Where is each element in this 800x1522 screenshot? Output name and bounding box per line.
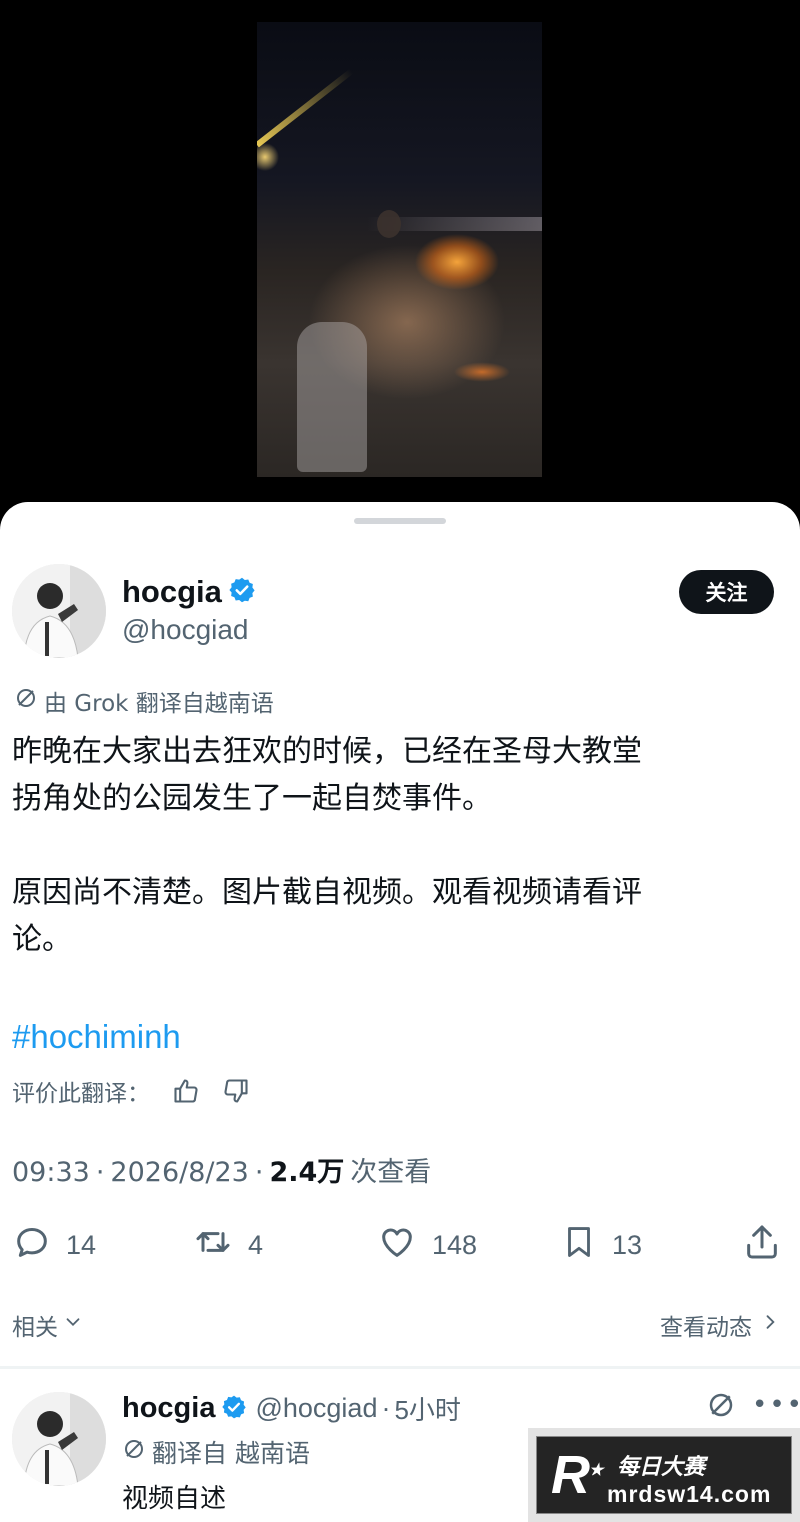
bookmark-count: 13 bbox=[612, 1230, 643, 1260]
tweet-time[interactable]: 09:33 bbox=[12, 1157, 90, 1188]
watermark-badge: R ★ 每日大赛 mrdsw14.com bbox=[536, 1436, 792, 1514]
tweet-line: 拐角处的公园发生了一起自焚事件。 bbox=[12, 781, 492, 816]
tweet-sheet: hocgia @hocgiad 关注 由 Grok 翻译自越南语 昨晚在大家出去… bbox=[0, 502, 800, 1522]
watermark-logo-letter: R bbox=[551, 1445, 590, 1505]
chevron-down-icon bbox=[62, 1311, 84, 1339]
repost-count: 4 bbox=[248, 1230, 264, 1260]
hashtag-link[interactable]: #hochiminh bbox=[12, 1018, 181, 1056]
watermark-url: mrdsw14.com bbox=[607, 1481, 772, 1507]
verified-icon bbox=[221, 1394, 247, 1424]
grok-icon bbox=[14, 686, 38, 716]
sheet-grabber[interactable] bbox=[354, 518, 446, 524]
translation-note[interactable]: 由 Grok 翻译自越南语 bbox=[14, 684, 274, 718]
translation-note-label: 由 Grok 翻译自越南语 bbox=[44, 691, 274, 717]
thumbs-down-icon[interactable] bbox=[222, 1077, 250, 1105]
tweet-line: 原因尚不清楚。图片截自视频。观看视频请看评 bbox=[12, 875, 642, 910]
bookmark-icon bbox=[560, 1222, 598, 1269]
related-label: 相关 bbox=[12, 1315, 58, 1341]
share-button[interactable] bbox=[742, 1222, 782, 1269]
avatar[interactable] bbox=[12, 564, 106, 658]
reply-translate-label: 翻译自 越南语 bbox=[152, 1439, 310, 1468]
follow-button[interactable]: 关注 bbox=[679, 570, 774, 614]
like-count: 148 bbox=[432, 1230, 478, 1260]
verified-icon bbox=[228, 576, 256, 608]
watermark: R ★ 每日大赛 mrdsw14.com bbox=[528, 1428, 800, 1522]
view-activity-link[interactable]: 查看动态 bbox=[660, 1308, 780, 1342]
tweet-meta: 09:33 · 2026/8/23 · 2.4万 次查看 bbox=[12, 1150, 431, 1189]
separator: · bbox=[95, 1157, 105, 1188]
reply-icon bbox=[12, 1222, 52, 1269]
share-icon bbox=[742, 1222, 782, 1269]
repost-icon bbox=[192, 1222, 234, 1269]
watermark-brand: 每日大赛 bbox=[617, 1455, 706, 1480]
reply-text: 视频自述 bbox=[122, 1484, 227, 1514]
thumbs-up-icon[interactable] bbox=[172, 1077, 200, 1105]
chevron-right-icon bbox=[760, 1311, 780, 1339]
reply-button[interactable]: 14 bbox=[12, 1222, 96, 1269]
related-dropdown[interactable]: 相关 bbox=[12, 1308, 84, 1342]
repost-button[interactable]: 4 bbox=[192, 1222, 263, 1269]
tweet-date[interactable]: 2026/8/23 bbox=[110, 1157, 248, 1188]
tweet-line: 论。 bbox=[12, 922, 72, 957]
divider bbox=[0, 1366, 800, 1369]
rate-translation: 评价此翻译： bbox=[12, 1074, 250, 1108]
separator: · bbox=[254, 1157, 264, 1188]
view-count-label: 次查看 bbox=[350, 1157, 432, 1188]
person-silhouette bbox=[377, 210, 401, 238]
reply-translation-note[interactable]: 翻译自 越南语 bbox=[122, 1434, 310, 1470]
grok-icon bbox=[122, 1437, 146, 1467]
reply-avatar[interactable] bbox=[12, 1392, 106, 1486]
separator: · bbox=[381, 1393, 391, 1423]
reply-handle[interactable]: @hocgiad bbox=[255, 1393, 377, 1424]
handle[interactable]: @hocgiad bbox=[122, 614, 249, 646]
tweet-text: 昨晚在大家出去狂欢的时候，已经在圣母大教堂 拐角处的公园发生了一起自焚事件。 原… bbox=[12, 728, 782, 963]
view-activity-label: 查看动态 bbox=[660, 1315, 752, 1341]
video-thumbnail[interactable] bbox=[257, 22, 542, 477]
like-button[interactable]: 148 bbox=[376, 1222, 477, 1269]
action-bar: 14 4 148 13 bbox=[0, 1216, 800, 1270]
tweet-line: 昨晚在大家出去狂欢的时候，已经在圣母大教堂 bbox=[12, 734, 642, 769]
video-background bbox=[0, 0, 800, 520]
grok-icon[interactable] bbox=[706, 1390, 736, 1424]
like-icon bbox=[376, 1222, 418, 1269]
reply-count: 14 bbox=[66, 1230, 97, 1260]
bookmark-button[interactable]: 13 bbox=[560, 1222, 642, 1269]
light-beam bbox=[257, 68, 354, 148]
reply-display-name[interactable]: hocgia bbox=[122, 1392, 215, 1425]
reply-time[interactable]: 5小时 bbox=[394, 1390, 460, 1427]
display-name[interactable]: hocgia bbox=[122, 574, 222, 610]
more-icon[interactable]: ••• bbox=[752, 1390, 800, 1420]
view-count[interactable]: 2.4万 bbox=[269, 1150, 344, 1189]
rate-label: 评价此翻译： bbox=[12, 1081, 150, 1107]
bystander-silhouette bbox=[297, 322, 367, 472]
watermark-logo: R ★ bbox=[551, 1445, 604, 1505]
